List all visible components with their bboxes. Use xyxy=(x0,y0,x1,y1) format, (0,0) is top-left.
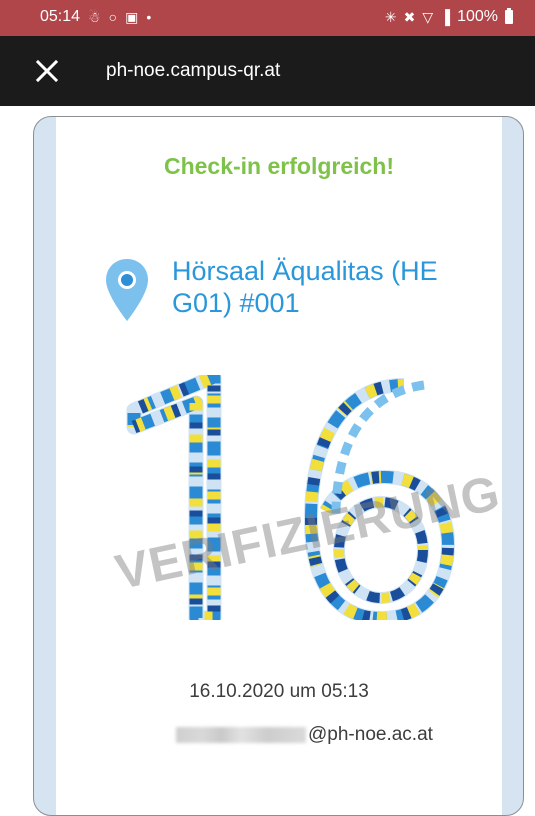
user-email: @ph-noe.ac.at xyxy=(176,723,433,747)
close-icon[interactable] xyxy=(34,58,60,84)
bluetooth-icon: ✳ xyxy=(384,9,397,25)
status-time: 05:14 xyxy=(40,8,81,25)
location-pin-icon xyxy=(106,259,148,321)
whatsapp-icon: ○ xyxy=(108,9,118,25)
location-name: Hörsaal Äqualitas (HE G01) #001 xyxy=(172,256,438,318)
app-bar: ph-noe.campus-qr.at xyxy=(0,36,535,106)
digit-1 xyxy=(126,375,222,620)
card-content: Check-in erfolgreich! Hörsaal Äqualitas … xyxy=(56,117,505,815)
email-domain: @ph-noe.ac.at xyxy=(308,724,433,745)
wifi-icon: ▽ xyxy=(422,9,434,25)
battery-level: 100% xyxy=(457,8,498,25)
email-redacted-part xyxy=(176,727,306,743)
status-bar: 05:14 ☃ ○ ▣ • ✳ ✖ ▽ ▐ 100% xyxy=(0,0,535,36)
checkin-card: Check-in erfolgreich! Hörsaal Äqualitas … xyxy=(33,116,524,816)
dot-icon: • xyxy=(146,9,152,25)
participant-number xyxy=(126,375,455,620)
battery-icon xyxy=(505,8,513,24)
checkin-status-title: Check-in erfolgreich! xyxy=(163,153,395,179)
gallery-icon: ▣ xyxy=(125,9,139,25)
mute-icon: ✖ xyxy=(403,9,416,25)
status-right: ✳ ✖ ▽ ▐ 100% xyxy=(385,8,513,26)
person-icon: ☃ xyxy=(88,9,101,25)
checkin-timestamp: 16.10.2020 um 05:13 xyxy=(189,681,369,702)
status-left: 05:14 ☃ ○ ▣ • xyxy=(40,8,151,26)
signal-icon: ▐ xyxy=(440,9,451,25)
digit-6 xyxy=(304,378,455,620)
page-url: ph-noe.campus-qr.at xyxy=(106,60,281,81)
